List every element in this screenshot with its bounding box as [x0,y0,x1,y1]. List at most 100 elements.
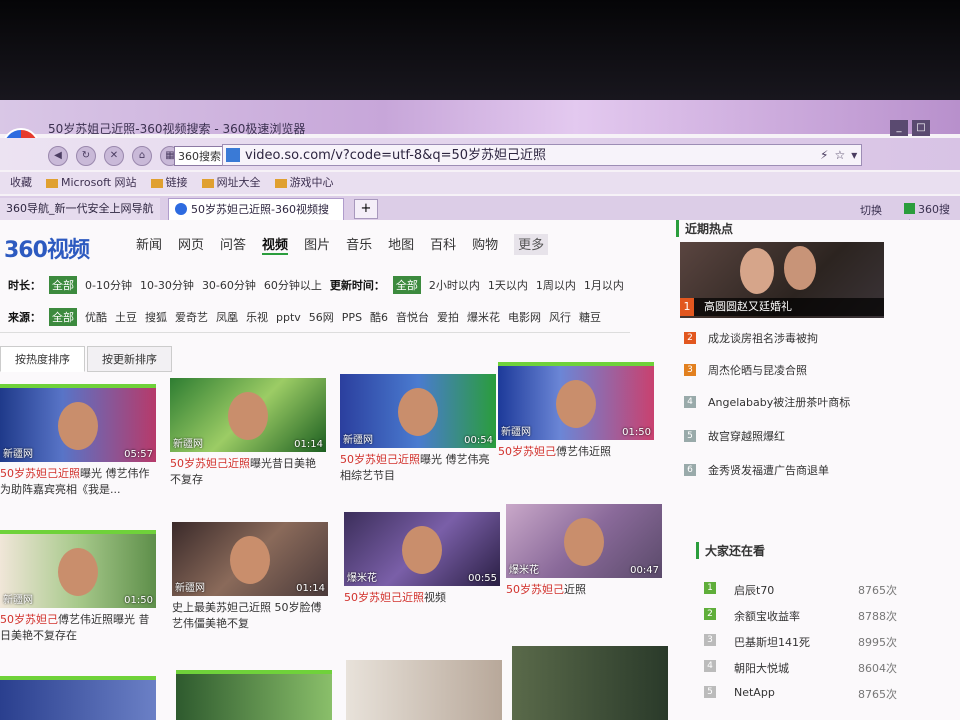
bookmark-sites[interactable]: 网址大全 [201,172,261,194]
video-thumbnail[interactable] [0,676,156,720]
site-logo[interactable]: 360视频 [4,232,90,264]
filter-option[interactable]: 全部 [392,276,421,294]
video-card[interactable]: 新疆网 01:50 50岁苏妲己傅艺伟近照 [498,362,654,460]
filter-option[interactable]: 1天以内 [488,277,528,293]
filter-option[interactable]: pptv [276,311,301,324]
hot-topic-item[interactable]: 6 金秀贤发福遭广告商退单 [684,462,829,478]
maximize-icon[interactable]: □ [912,120,930,136]
tab-360-nav[interactable]: 360导航_新一代安全上网导航 [0,198,160,220]
filter-option[interactable]: 全部 [49,276,77,294]
channel-map[interactable]: 地图 [388,234,414,255]
video-title[interactable]: 50岁苏妲己傅艺伟近照 [498,444,654,460]
video-thumbnail[interactable]: 爆米花 00:55 [344,512,500,586]
video-title[interactable]: 50岁苏妲己近照视频 [344,590,500,606]
trending-item[interactable]: 3 巴基斯坦141死 8995次 [704,634,924,650]
channel-qa[interactable]: 问答 [220,234,246,255]
video-card[interactable]: 新疆网 01:14 50岁苏妲己近照曝光昔日美艳不复存 [170,378,326,488]
video-card[interactable]: 新疆网 01:50 50岁苏妲己傅艺伟近照曝光 昔日美艳不复存在 [0,530,156,644]
hot-topic-item[interactable]: 5 故宫穿越照爆红 [684,428,785,444]
filter-option[interactable]: 土豆 [115,309,137,325]
home-icon[interactable]: ⌂ [132,146,152,166]
filter-option[interactable]: 酷6 [370,309,388,325]
filter-option[interactable]: 10-30分钟 [140,277,194,293]
search-engine-label[interactable]: 360搜索 [174,146,225,166]
hot-topic-item[interactable]: 3 周杰伦晒与昆凌合照 [684,362,807,378]
video-card[interactable] [512,646,668,720]
video-thumbnail[interactable]: 爆米花 00:47 [506,504,662,578]
address-bar[interactable]: video.so.com/v?code=utf-8&q=50岁苏妲己近照 [222,144,862,166]
tab-video-search[interactable]: 50岁苏妲己近照-360视频搜索 ✕ [168,198,344,238]
filter-option[interactable]: 0-10分钟 [85,277,132,293]
lightning-icon[interactable]: ⚡ [820,148,828,162]
channel-web[interactable]: 网页 [178,234,204,255]
minimize-icon[interactable]: _ [890,120,908,136]
video-title[interactable]: 史上最美苏妲己近照 50岁脸傅艺伟僵美艳不复 [172,600,328,632]
channel-images[interactable]: 图片 [304,234,330,255]
video-thumbnail[interactable]: 新疆网 05:57 [0,384,156,462]
video-card[interactable]: 新疆网 05:57 50岁苏妲己近照曝光 傅艺伟作为助阵嘉宾亮相《我是... [0,384,156,498]
video-thumbnail[interactable] [176,670,332,720]
back-icon[interactable]: ◀ [48,146,68,166]
channel-baike[interactable]: 百科 [430,234,456,255]
filter-option[interactable]: 爱拍 [437,309,459,325]
trending-item[interactable]: 4 朝阳大悦城 8604次 [704,660,924,676]
video-thumbnail[interactable]: 新疆网 01:50 [0,530,156,608]
video-card[interactable]: 爆米花 00:55 50岁苏妲己近照视频 [344,512,500,606]
video-title[interactable]: 50岁苏妲己近照 [506,582,662,598]
filter-option[interactable]: 全部 [49,308,77,326]
filter-option[interactable]: 爱奇艺 [175,309,208,325]
channel-music[interactable]: 音乐 [346,234,372,255]
channel-more[interactable]: 更多 [514,234,549,255]
star-icon[interactable]: ☆ [834,148,845,162]
filter-option[interactable]: 电影网 [508,309,541,325]
sort-by-hot-tab[interactable]: 按热度排序 [0,346,85,372]
channel-news[interactable]: 新闻 [136,234,162,255]
filter-option[interactable]: 凤凰 [216,309,238,325]
video-title[interactable]: 50岁苏妲己近照曝光 傅艺伟亮相综艺节目 [340,452,496,484]
filter-option[interactable]: 搜狐 [145,309,167,325]
channel-shopping[interactable]: 购物 [472,234,498,255]
sort-by-new-tab[interactable]: 按更新排序 [87,346,172,372]
channel-video[interactable]: 视频 [262,234,289,255]
hot-topic-item[interactable]: 2 成龙谈房祖名涉毒被拘 [684,330,818,346]
filter-option[interactable]: 56网 [309,309,334,325]
bookmark-microsoft[interactable]: Microsoft 网站 [46,172,137,194]
filter-option[interactable]: 60分钟以上 [264,277,322,293]
filter-option[interactable]: 糖豆 [579,309,601,325]
switch-button[interactable]: 切换 [860,202,882,218]
filter-option[interactable]: 优酷 [85,309,107,325]
video-card[interactable]: 新疆网 00:54 50岁苏妲己近照曝光 傅艺伟亮相综艺节目 [340,374,496,484]
video-thumbnail[interactable]: 新疆网 01:50 [498,362,654,440]
trending-item[interactable]: 1 启辰t70 8765次 [704,582,924,598]
filter-option[interactable]: 乐视 [246,309,268,325]
video-thumbnail[interactable]: 新疆网 00:54 [340,374,496,448]
trending-item[interactable]: 2 余额宝收益率 8788次 [704,608,924,624]
filter-option[interactable]: 1月以内 [584,277,624,293]
filter-option[interactable]: 风行 [549,309,571,325]
dropdown-icon[interactable]: ▾ [851,148,857,162]
filter-option[interactable]: 2小时以内 [429,277,480,293]
video-card[interactable] [346,660,502,720]
video-card[interactable]: 新疆网 01:14 史上最美苏妲己近照 50岁脸傅艺伟僵美艳不复 [172,522,328,632]
video-thumbnail[interactable]: 新疆网 01:14 [172,522,328,596]
trending-item[interactable]: 5 NetApp 8765次 [704,686,924,702]
video-thumbnail[interactable]: 新疆网 01:14 [170,378,326,452]
filter-option[interactable]: PPS [342,311,362,324]
filter-option[interactable]: 爆米花 [467,309,500,325]
new-tab-button[interactable]: + [354,199,378,219]
hot-topic-item[interactable]: 4 Angelababy被注册茶叶商标 [684,394,850,410]
filter-option[interactable]: 音悦台 [396,309,429,325]
video-thumbnail[interactable] [512,646,668,720]
bookmark-games[interactable]: 游戏中心 [274,172,334,194]
bookmark-links[interactable]: 链接 [150,172,188,194]
video-title[interactable]: 50岁苏妲己近照曝光 傅艺伟作为助阵嘉宾亮相《我是... [0,466,156,498]
video-title[interactable]: 50岁苏妲己近照曝光昔日美艳不复存 [170,456,326,488]
filter-option[interactable]: 30-60分钟 [202,277,256,293]
video-card[interactable]: 爆米花 00:47 50岁苏妲己近照 [506,504,662,598]
video-card[interactable] [0,676,156,720]
bookmark-favorites[interactable]: 收藏 [10,172,32,194]
hot-topic-caption[interactable]: 1 高圆圆赵又廷婚礼 [680,298,884,316]
refresh-icon[interactable]: ↻ [76,146,96,166]
video-title[interactable]: 50岁苏妲己傅艺伟近照曝光 昔日美艳不复存在 [0,612,156,644]
stop-icon[interactable]: ✕ [104,146,124,166]
